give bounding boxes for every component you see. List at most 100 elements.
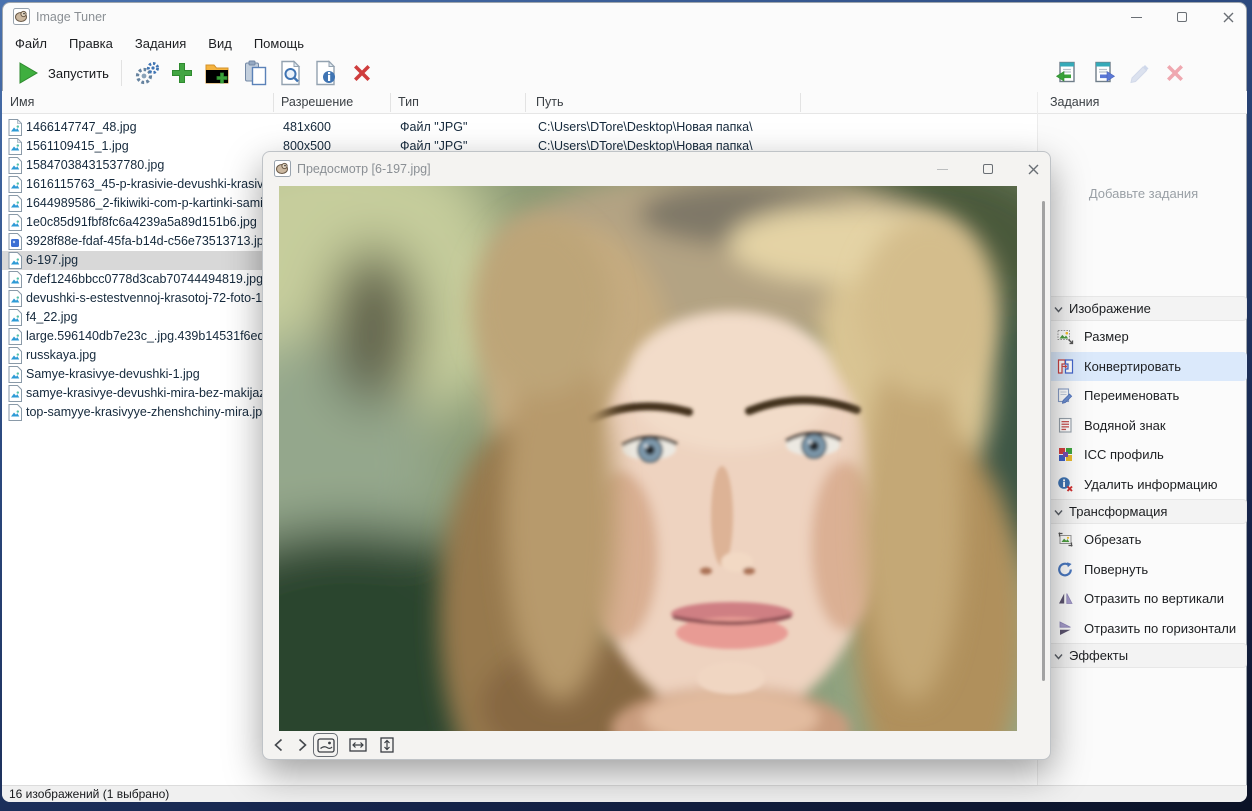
rotate-icon bbox=[1057, 561, 1074, 578]
fit-height-button[interactable] bbox=[374, 733, 399, 757]
section-header-effects[interactable]: Эффекты bbox=[1046, 643, 1247, 668]
add-files-button[interactable] bbox=[167, 58, 197, 88]
file-name: large.596140db7e23c_.jpg.439b14531f6ed85… bbox=[26, 329, 289, 343]
menu-view[interactable]: Вид bbox=[197, 36, 243, 51]
file-row[interactable]: 1466147747_48.jpg 481x600 Файл "JPG" C:\… bbox=[2, 118, 1037, 137]
edit-task-icon bbox=[1127, 60, 1153, 86]
file-name: russkaya.jpg bbox=[26, 348, 96, 362]
task-label: Повернуть bbox=[1084, 562, 1148, 577]
section-header-transform[interactable]: Трансформация bbox=[1046, 499, 1247, 524]
fit-width-button[interactable] bbox=[345, 733, 370, 757]
menu-tasks[interactable]: Задания bbox=[124, 36, 197, 51]
task-remove-info[interactable]: Удалить информацию bbox=[1046, 470, 1247, 500]
task-rename[interactable]: Переименовать bbox=[1046, 381, 1247, 411]
file-path: C:\Users\DTore\Desktop\Новая папка\ bbox=[538, 120, 753, 134]
delete-task-icon bbox=[1163, 61, 1187, 85]
file-name: 3928f88e-fdaf-45fa-b14d-c56e73513713.jpe… bbox=[26, 234, 278, 248]
app-icon bbox=[274, 160, 291, 177]
preview-toolbar bbox=[263, 732, 1050, 760]
fit-image-button[interactable] bbox=[313, 733, 338, 757]
column-resolution[interactable]: Разрешение bbox=[281, 95, 353, 109]
column-separator[interactable] bbox=[525, 93, 526, 112]
task-label: Удалить информацию bbox=[1084, 477, 1217, 492]
preview-button[interactable] bbox=[276, 58, 306, 88]
file-name: samye-krasivye-devushki-mira-bez-makijaz… bbox=[26, 386, 273, 400]
preview-title-bar: Предосмотр [6-197.jpg] bbox=[263, 152, 1050, 186]
remove-file-icon bbox=[350, 61, 374, 85]
menu-edit[interactable]: Правка bbox=[58, 36, 124, 51]
file-name: f4_22.jpg bbox=[26, 310, 77, 324]
task-flip-vertical[interactable]: Отразить по вертикали bbox=[1046, 584, 1247, 614]
minimize-button[interactable] bbox=[1114, 2, 1158, 32]
import-tasks-button[interactable] bbox=[1052, 58, 1082, 88]
jpg-file-icon bbox=[8, 157, 22, 174]
previous-image-button[interactable] bbox=[267, 733, 289, 757]
app-icon bbox=[13, 8, 30, 25]
section-title: Изображение bbox=[1069, 301, 1151, 316]
task-flip-horizontal[interactable]: Отразить по горизонтали bbox=[1046, 614, 1247, 644]
task-watermark[interactable]: Водяной знак bbox=[1046, 411, 1247, 441]
close-icon bbox=[1028, 164, 1039, 175]
run-button[interactable]: Запустить bbox=[10, 57, 117, 89]
previous-image-icon bbox=[274, 738, 283, 752]
jpg-file-icon bbox=[8, 252, 22, 269]
preview-scrollbar[interactable] bbox=[1042, 201, 1045, 681]
preview-maximize-button[interactable] bbox=[968, 154, 1008, 184]
maximize-button[interactable] bbox=[1160, 2, 1204, 32]
status-text: 16 изображений (1 выбрано) bbox=[9, 787, 169, 801]
menu-help[interactable]: Помощь bbox=[243, 36, 315, 51]
file-info-button[interactable] bbox=[311, 58, 341, 88]
jpg-file-icon bbox=[8, 195, 22, 212]
task-label: Размер bbox=[1084, 329, 1129, 344]
task-rotate[interactable]: Повернуть bbox=[1046, 555, 1247, 585]
section-header-image[interactable]: Изображение bbox=[1046, 296, 1247, 321]
remove-file-button[interactable] bbox=[347, 58, 377, 88]
task-resize[interactable]: Размер bbox=[1046, 322, 1247, 352]
file-name: Samye-krasivye-devushki-1.jpg bbox=[26, 367, 200, 381]
task-icc-profile[interactable]: ICC профиль bbox=[1046, 440, 1247, 470]
column-header-row: Имя Разрешение Тип Путь Задания bbox=[2, 91, 1247, 114]
fit-image-icon bbox=[317, 738, 335, 753]
jpg-file-icon bbox=[8, 176, 22, 193]
jpg-file-icon bbox=[8, 328, 22, 345]
add-folder-button[interactable] bbox=[202, 58, 232, 88]
run-label: Запустить bbox=[48, 66, 109, 81]
task-label: Обрезать bbox=[1084, 532, 1141, 547]
task-label: ICC профиль bbox=[1084, 447, 1164, 462]
export-tasks-icon bbox=[1091, 60, 1117, 86]
next-image-button[interactable] bbox=[291, 733, 313, 757]
jpg-file-icon bbox=[8, 366, 22, 383]
jpg-file-icon bbox=[8, 271, 22, 288]
file-name: 6-197.jpg bbox=[26, 253, 78, 267]
column-tasks: Задания bbox=[1050, 95, 1099, 109]
minimize-icon bbox=[1131, 17, 1142, 18]
column-separator[interactable] bbox=[390, 93, 391, 112]
export-tasks-button[interactable] bbox=[1089, 58, 1119, 88]
menu-file[interactable]: Файл bbox=[4, 36, 58, 51]
close-button[interactable] bbox=[1206, 2, 1250, 32]
column-separator[interactable] bbox=[273, 93, 274, 112]
file-name: 1561109415_1.jpg bbox=[26, 139, 129, 153]
column-path[interactable]: Путь bbox=[536, 95, 563, 109]
convert-icon bbox=[1057, 358, 1074, 375]
jpg-file-icon bbox=[8, 290, 22, 307]
column-type[interactable]: Тип bbox=[398, 95, 419, 109]
column-separator[interactable] bbox=[800, 93, 801, 112]
preview-icon bbox=[279, 60, 304, 86]
task-convert[interactable]: Конвертировать bbox=[1046, 352, 1247, 382]
task-crop[interactable]: Обрезать bbox=[1046, 525, 1247, 555]
maximize-icon bbox=[1177, 12, 1187, 22]
section-title: Трансформация bbox=[1069, 504, 1167, 519]
add-folder-icon bbox=[204, 60, 230, 86]
column-name[interactable]: Имя bbox=[10, 95, 34, 109]
paste-button[interactable] bbox=[240, 58, 270, 88]
remove-info-icon bbox=[1057, 476, 1074, 493]
section-title: Эффекты bbox=[1069, 648, 1128, 663]
icc-profile-icon bbox=[1057, 446, 1074, 463]
add-files-icon bbox=[170, 61, 194, 85]
jpg-file-icon bbox=[8, 119, 22, 136]
file-name: 1e0c85d91fbf8fc6a4239a5a89d151b6.jpg bbox=[26, 215, 257, 229]
delete-task-button bbox=[1160, 58, 1190, 88]
settings-button[interactable] bbox=[132, 58, 162, 88]
preview-close-button[interactable] bbox=[1013, 154, 1053, 184]
